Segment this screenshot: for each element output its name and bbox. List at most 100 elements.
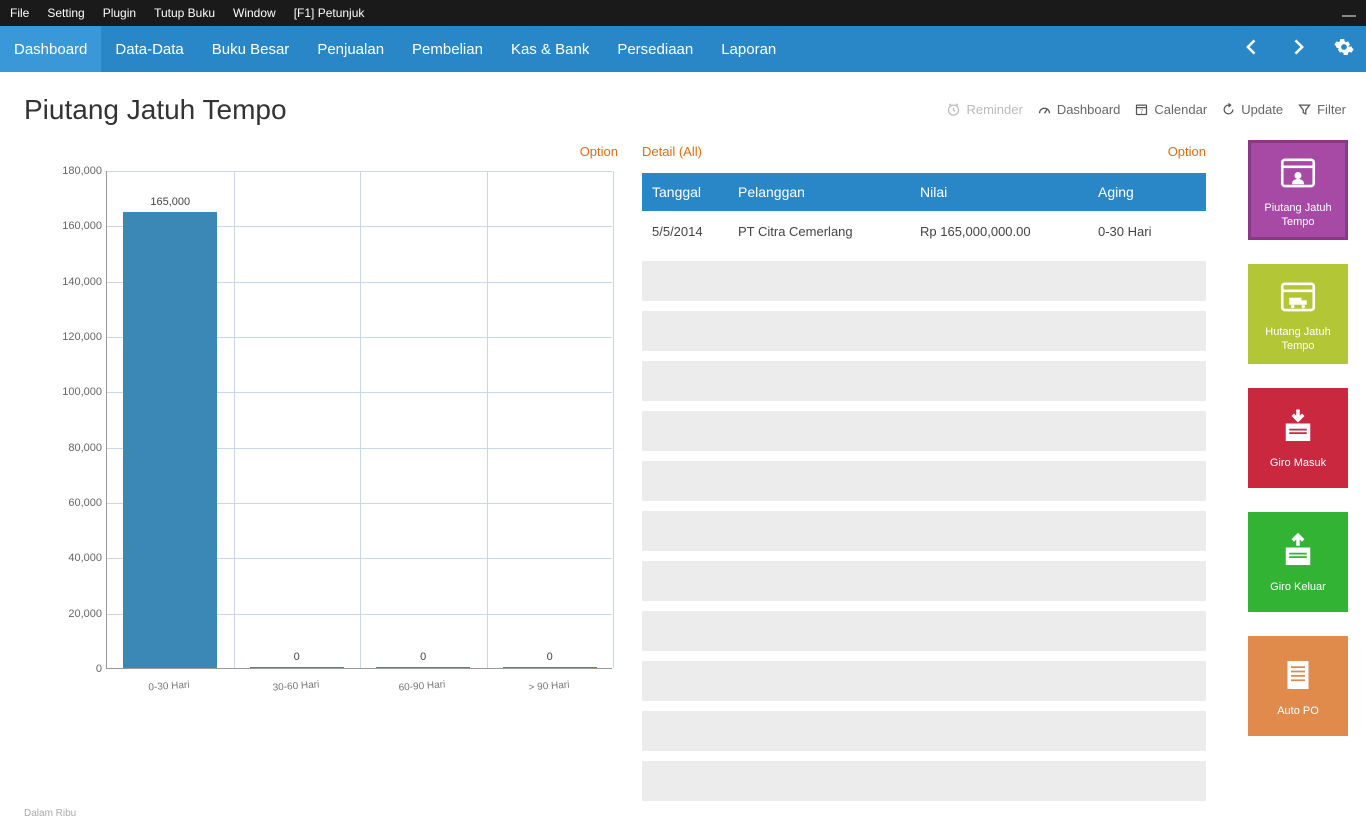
- tile-giro-keluar[interactable]: Giro Keluar: [1248, 512, 1348, 612]
- table-row[interactable]: 5/5/2014PT Citra CemerlangRp 165,000,000…: [642, 211, 1206, 251]
- ytick-label: 120,000: [24, 331, 102, 343]
- nav-back-icon[interactable]: [1242, 37, 1262, 61]
- tile-piutang-jatuh-tempo[interactable]: Piutang Jatuh Tempo: [1248, 140, 1348, 240]
- page-toolbar: Reminder Dashboard 7 Calendar Update Fil…: [946, 102, 1366, 117]
- tab-dashboard[interactable]: Dashboard: [0, 26, 101, 72]
- tile-label: Hutang Jatuh Tempo: [1254, 326, 1342, 352]
- xtick-label: 30-60 Hari: [272, 679, 319, 693]
- reminder-button[interactable]: Reminder: [946, 102, 1022, 117]
- xtick-label: > 90 Hari: [528, 680, 570, 694]
- titlebar: File Setting Plugin Tutup Buku Window [F…: [0, 0, 1366, 26]
- filter-icon: [1297, 102, 1312, 117]
- ytick-label: 80,000: [24, 442, 102, 454]
- cell-tanggal: 5/5/2014: [642, 224, 728, 239]
- ytick-label: 40,000: [24, 552, 102, 564]
- calendar-truck-icon: [1277, 275, 1319, 326]
- calendar-button[interactable]: 7 Calendar: [1134, 102, 1207, 117]
- th-nilai[interactable]: Nilai: [910, 184, 1088, 200]
- menu-setting[interactable]: Setting: [47, 6, 84, 20]
- tab-kas-bank[interactable]: Kas & Bank: [497, 26, 603, 72]
- ytick-label: 60,000: [24, 497, 102, 509]
- svg-text:7: 7: [1140, 109, 1143, 115]
- dashboard-button[interactable]: Dashboard: [1037, 102, 1121, 117]
- xtick-label: 60-90 Hari: [399, 679, 446, 693]
- giro-out-icon: [1277, 530, 1319, 581]
- navbar: DashboardData-DataBuku BesarPenjualanPem…: [0, 26, 1366, 72]
- detail-table-header: Tanggal Pelanggan Nilai Aging: [642, 173, 1206, 211]
- tab-persediaan[interactable]: Persediaan: [603, 26, 707, 72]
- tile-label: Auto PO: [1277, 705, 1319, 718]
- ytick-label: 0: [24, 663, 102, 675]
- tab-penjualan[interactable]: Penjualan: [303, 26, 398, 72]
- cell-aging: 0-30 Hari: [1088, 224, 1206, 239]
- calendar-label: Calendar: [1154, 102, 1207, 117]
- tab-data-data[interactable]: Data-Data: [101, 26, 197, 72]
- document-lines-icon: [1277, 654, 1319, 705]
- bar-value-label: 0: [250, 651, 344, 663]
- menu-plugin[interactable]: Plugin: [103, 6, 136, 20]
- empty-row: [642, 411, 1206, 451]
- tab-laporan[interactable]: Laporan: [707, 26, 790, 72]
- empty-row: [642, 711, 1206, 751]
- bar-value-label: 0: [376, 651, 470, 663]
- th-tanggal[interactable]: Tanggal: [642, 184, 728, 200]
- reminder-label: Reminder: [966, 102, 1022, 117]
- update-button[interactable]: Update: [1221, 102, 1283, 117]
- tile-label: Piutang Jatuh Tempo: [1257, 202, 1339, 228]
- empty-row: [642, 511, 1206, 551]
- dashboard-tiles: Piutang Jatuh Tempo Hutang Jatuh Tempo Gir…: [1248, 140, 1348, 736]
- chart-bar[interactable]: 0: [503, 667, 597, 668]
- chart-bar[interactable]: 0: [376, 667, 470, 668]
- calendar-icon: 7: [1134, 102, 1149, 117]
- giro-in-icon: [1277, 406, 1319, 457]
- th-pelanggan[interactable]: Pelanggan: [728, 184, 910, 200]
- tab-pembelian[interactable]: Pembelian: [398, 26, 497, 72]
- calendar-person-icon: [1277, 151, 1319, 202]
- filter-label: Filter: [1317, 102, 1346, 117]
- empty-row: [642, 311, 1206, 351]
- chart-bar[interactable]: 165,000: [123, 212, 217, 669]
- tile-label: Giro Masuk: [1270, 457, 1326, 470]
- minimize-icon[interactable]: [1342, 15, 1356, 17]
- cell-pelanggan: PT Citra Cemerlang: [728, 224, 910, 239]
- empty-row: [642, 261, 1206, 301]
- nav-forward-icon[interactable]: [1288, 37, 1308, 61]
- empty-row: [642, 761, 1206, 801]
- refresh-icon: [1221, 102, 1236, 117]
- ytick-label: 100,000: [24, 386, 102, 398]
- dashboard-label: Dashboard: [1057, 102, 1121, 117]
- chart-footer-note: Dalam Ribu: [24, 808, 76, 819]
- empty-row: [642, 461, 1206, 501]
- menu-file[interactable]: File: [10, 6, 29, 20]
- bar-value-label: 0: [503, 651, 597, 663]
- detail-title: Detail (All): [642, 144, 702, 159]
- menu-tutup-buku[interactable]: Tutup Buku: [154, 6, 215, 20]
- update-label: Update: [1241, 102, 1283, 117]
- bar-value-label: 165,000: [123, 196, 217, 208]
- clock-icon: [946, 102, 961, 117]
- ytick-label: 20,000: [24, 608, 102, 620]
- xtick-label: 0-30 Hari: [148, 680, 190, 694]
- empty-row: [642, 661, 1206, 701]
- empty-row: [642, 561, 1206, 601]
- tile-hutang-jatuh-tempo[interactable]: Hutang Jatuh Tempo: [1248, 264, 1348, 364]
- detail-option-link[interactable]: Option: [1168, 144, 1206, 159]
- tile-auto-po[interactable]: Auto PO: [1248, 636, 1348, 736]
- filter-button[interactable]: Filter: [1297, 102, 1346, 117]
- tile-giro-masuk[interactable]: Giro Masuk: [1248, 388, 1348, 488]
- menu-help[interactable]: [F1] Petunjuk: [294, 6, 365, 20]
- aging-bar-chart: 165,000 0 0 0 0 20,000 40,000 60,000 80,000 100,…: [24, 165, 618, 711]
- tab-buku-besar[interactable]: Buku Besar: [198, 26, 304, 72]
- cell-nilai: Rp 165,000,000.00: [910, 224, 1088, 239]
- empty-row: [642, 611, 1206, 651]
- ytick-label: 160,000: [24, 220, 102, 232]
- chart-bar[interactable]: 0: [250, 667, 344, 668]
- menu-window[interactable]: Window: [233, 6, 276, 20]
- ytick-label: 180,000: [24, 165, 102, 177]
- gear-icon[interactable]: [1334, 37, 1354, 61]
- ytick-label: 140,000: [24, 276, 102, 288]
- empty-row: [642, 361, 1206, 401]
- th-aging[interactable]: Aging: [1088, 184, 1206, 200]
- chart-option-link[interactable]: Option: [580, 144, 618, 159]
- gauge-icon: [1037, 102, 1052, 117]
